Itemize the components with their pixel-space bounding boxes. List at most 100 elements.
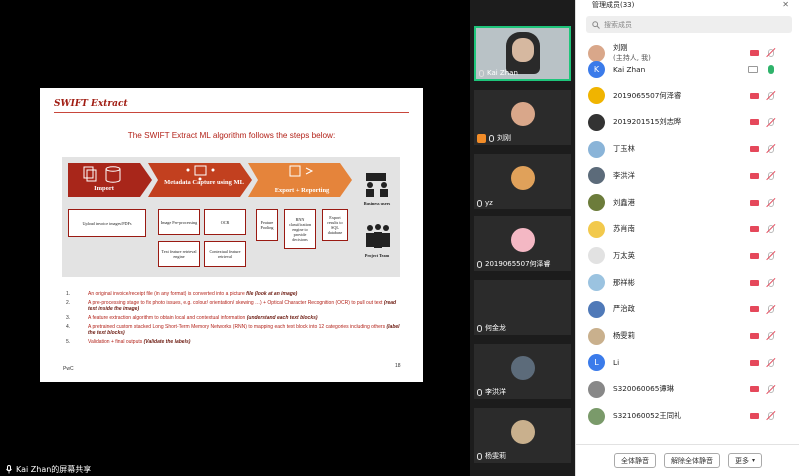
member-row[interactable]: K Kai Zhan	[576, 56, 799, 82]
screen-share-label: Kai Zhan的屏幕共享	[6, 464, 91, 475]
search-icon	[592, 20, 600, 29]
mute-all-button[interactable]: 全体静音	[613, 453, 656, 468]
close-icon[interactable]: ✕	[782, 0, 789, 9]
meeting-window: SWIFT Extract The SWIFT Extract ML algor…	[0, 0, 799, 476]
member-name: 万太英	[613, 250, 635, 260]
project-team-label: Project Team	[364, 253, 390, 258]
mic-icon	[479, 69, 484, 77]
capture-stage-label: Metadata Capture using ML	[164, 179, 244, 186]
tile-name: 2019065507何泽睿	[477, 259, 551, 269]
step-number: 5.	[66, 339, 71, 345]
member-name: 那祥彬	[613, 277, 635, 287]
slide-subtitle: The SWIFT Extract ML algorithm follows t…	[127, 131, 336, 140]
unmute-all-button[interactable]: 解除全体静音	[663, 453, 720, 468]
avatar	[588, 113, 605, 131]
step-number: 4.	[66, 324, 71, 330]
mic-icon	[6, 465, 12, 474]
member-row[interactable]: 杨雯莉	[576, 323, 799, 349]
camera-off-icon	[750, 92, 759, 99]
video-tile[interactable]: 杨雯莉	[474, 408, 571, 463]
members-panel-footer: 全体静音 解除全体静音 更多 ▾	[576, 444, 799, 476]
members-panel: 管理成员(33) ✕ 搜索成员 刘刚 (主持人, 我) K Kai Zhan 20190…	[575, 0, 799, 476]
member-row[interactable]: 李洪洋	[576, 163, 799, 189]
chevron-down-icon: ▾	[751, 457, 755, 464]
avatar: L	[588, 354, 605, 372]
mic-icon	[477, 324, 482, 332]
member-name: Kai Zhan	[613, 64, 646, 74]
tile-name-text: 刘刚	[497, 134, 511, 142]
member-name: 李洪洋	[613, 170, 635, 180]
more-button[interactable]: 更多 ▾	[727, 453, 762, 468]
member-name: 2019065507何泽睿	[613, 90, 682, 100]
member-row[interactable]: 苏肖南	[576, 216, 799, 242]
video-tile[interactable]: 李洪洋	[474, 344, 571, 399]
camera-off-icon	[750, 119, 759, 126]
avatar	[588, 274, 605, 292]
tile-name: Kai Zhan	[479, 69, 518, 77]
step-emphasis: (understand each text blocks)	[246, 315, 318, 321]
step-item: 1. An original invoice/receipt file (in a…	[66, 291, 406, 297]
step-text: Validation + final outputs	[88, 339, 144, 345]
video-tile[interactable]: 何金龙	[474, 280, 571, 335]
member-row[interactable]: 万太英	[576, 243, 799, 269]
camera-off-icon	[750, 252, 759, 259]
step-text: A feature extraction algorithm to obtain…	[88, 315, 247, 321]
participant-avatar	[511, 356, 535, 380]
member-name: S320060065谭琳	[613, 384, 675, 394]
avatar	[588, 87, 605, 105]
video-tile[interactable]: yz	[474, 154, 571, 209]
member-search-input[interactable]: 搜索成员	[586, 16, 792, 33]
capture-box-preprocessing: Image Pre-processing	[158, 209, 200, 235]
tile-name-text: 何金龙	[485, 324, 506, 332]
video-tile[interactable]: 2019065507何泽睿	[474, 216, 571, 271]
member-name: 严治政	[613, 304, 635, 314]
member-row[interactable]: 刘鑫港	[576, 190, 799, 216]
member-name: 刘刚	[613, 43, 628, 52]
more-button-label: 更多	[734, 456, 749, 465]
screen-share-icon	[748, 65, 758, 73]
member-name: 2019201515刘志晔	[613, 117, 682, 127]
mic-icon	[489, 134, 494, 142]
export-box-rnn: RNN classification engine to provide dec…	[284, 209, 316, 249]
host-icon	[477, 133, 486, 143]
avatar	[588, 380, 605, 398]
avatar	[588, 167, 605, 185]
step-emphasis: file (look at an image)	[246, 291, 298, 297]
participant-face	[512, 38, 534, 62]
member-row[interactable]: 2019201515刘志晔	[576, 109, 799, 135]
shared-slide: SWIFT Extract The SWIFT Extract ML algor…	[40, 88, 423, 382]
tile-name: 刘刚	[477, 133, 511, 143]
camera-off-icon	[750, 226, 759, 233]
step-item: 3. A feature extraction algorithm to obta…	[66, 315, 406, 321]
member-name: 丁玉林	[613, 144, 635, 154]
member-row[interactable]: L Li	[576, 350, 799, 376]
camera-off-icon	[750, 199, 759, 206]
export-box-pooling: Feature Pooling	[256, 209, 278, 241]
member-row[interactable]: 那祥彬	[576, 270, 799, 296]
capture-box-contextual: Contextual feature retrieval	[204, 241, 246, 267]
tile-name-text: 2019065507何泽睿	[485, 260, 551, 268]
member-row[interactable]: S320060065谭琳	[576, 376, 799, 402]
member-row[interactable]: 2019065507何泽睿	[576, 83, 799, 109]
slide-footer: PwC	[63, 366, 74, 372]
step-item: 5. Validation + final outputs (Validate t…	[66, 339, 406, 345]
video-tile[interactable]: Kai Zhan	[474, 26, 571, 81]
step-number: 2.	[66, 300, 71, 306]
step-item: 2. A pre-processing stage to fix photo is…	[66, 300, 406, 312]
mic-icon	[477, 388, 482, 396]
member-row[interactable]: 严治政	[576, 296, 799, 322]
tile-name-text: 杨雯莉	[485, 452, 506, 460]
import-box: Upload invoice images/PDFs	[68, 209, 146, 237]
step-text: A pretrained custom stacked Long Short-T…	[88, 324, 387, 330]
tile-name-text: Kai Zhan	[487, 69, 518, 77]
export-stage-label: Export + Reporting	[274, 187, 330, 194]
mic-on-icon[interactable]	[768, 64, 774, 74]
camera-off-icon	[750, 146, 759, 153]
tile-name-text: 李洪洋	[485, 388, 506, 396]
member-row[interactable]: 丁玉林	[576, 136, 799, 162]
avatar	[588, 247, 605, 265]
member-row[interactable]: S321060052王同礼	[576, 403, 799, 429]
video-tile[interactable]: 刘刚	[474, 90, 571, 145]
step-number: 1.	[66, 291, 71, 297]
mic-icon	[477, 260, 482, 268]
